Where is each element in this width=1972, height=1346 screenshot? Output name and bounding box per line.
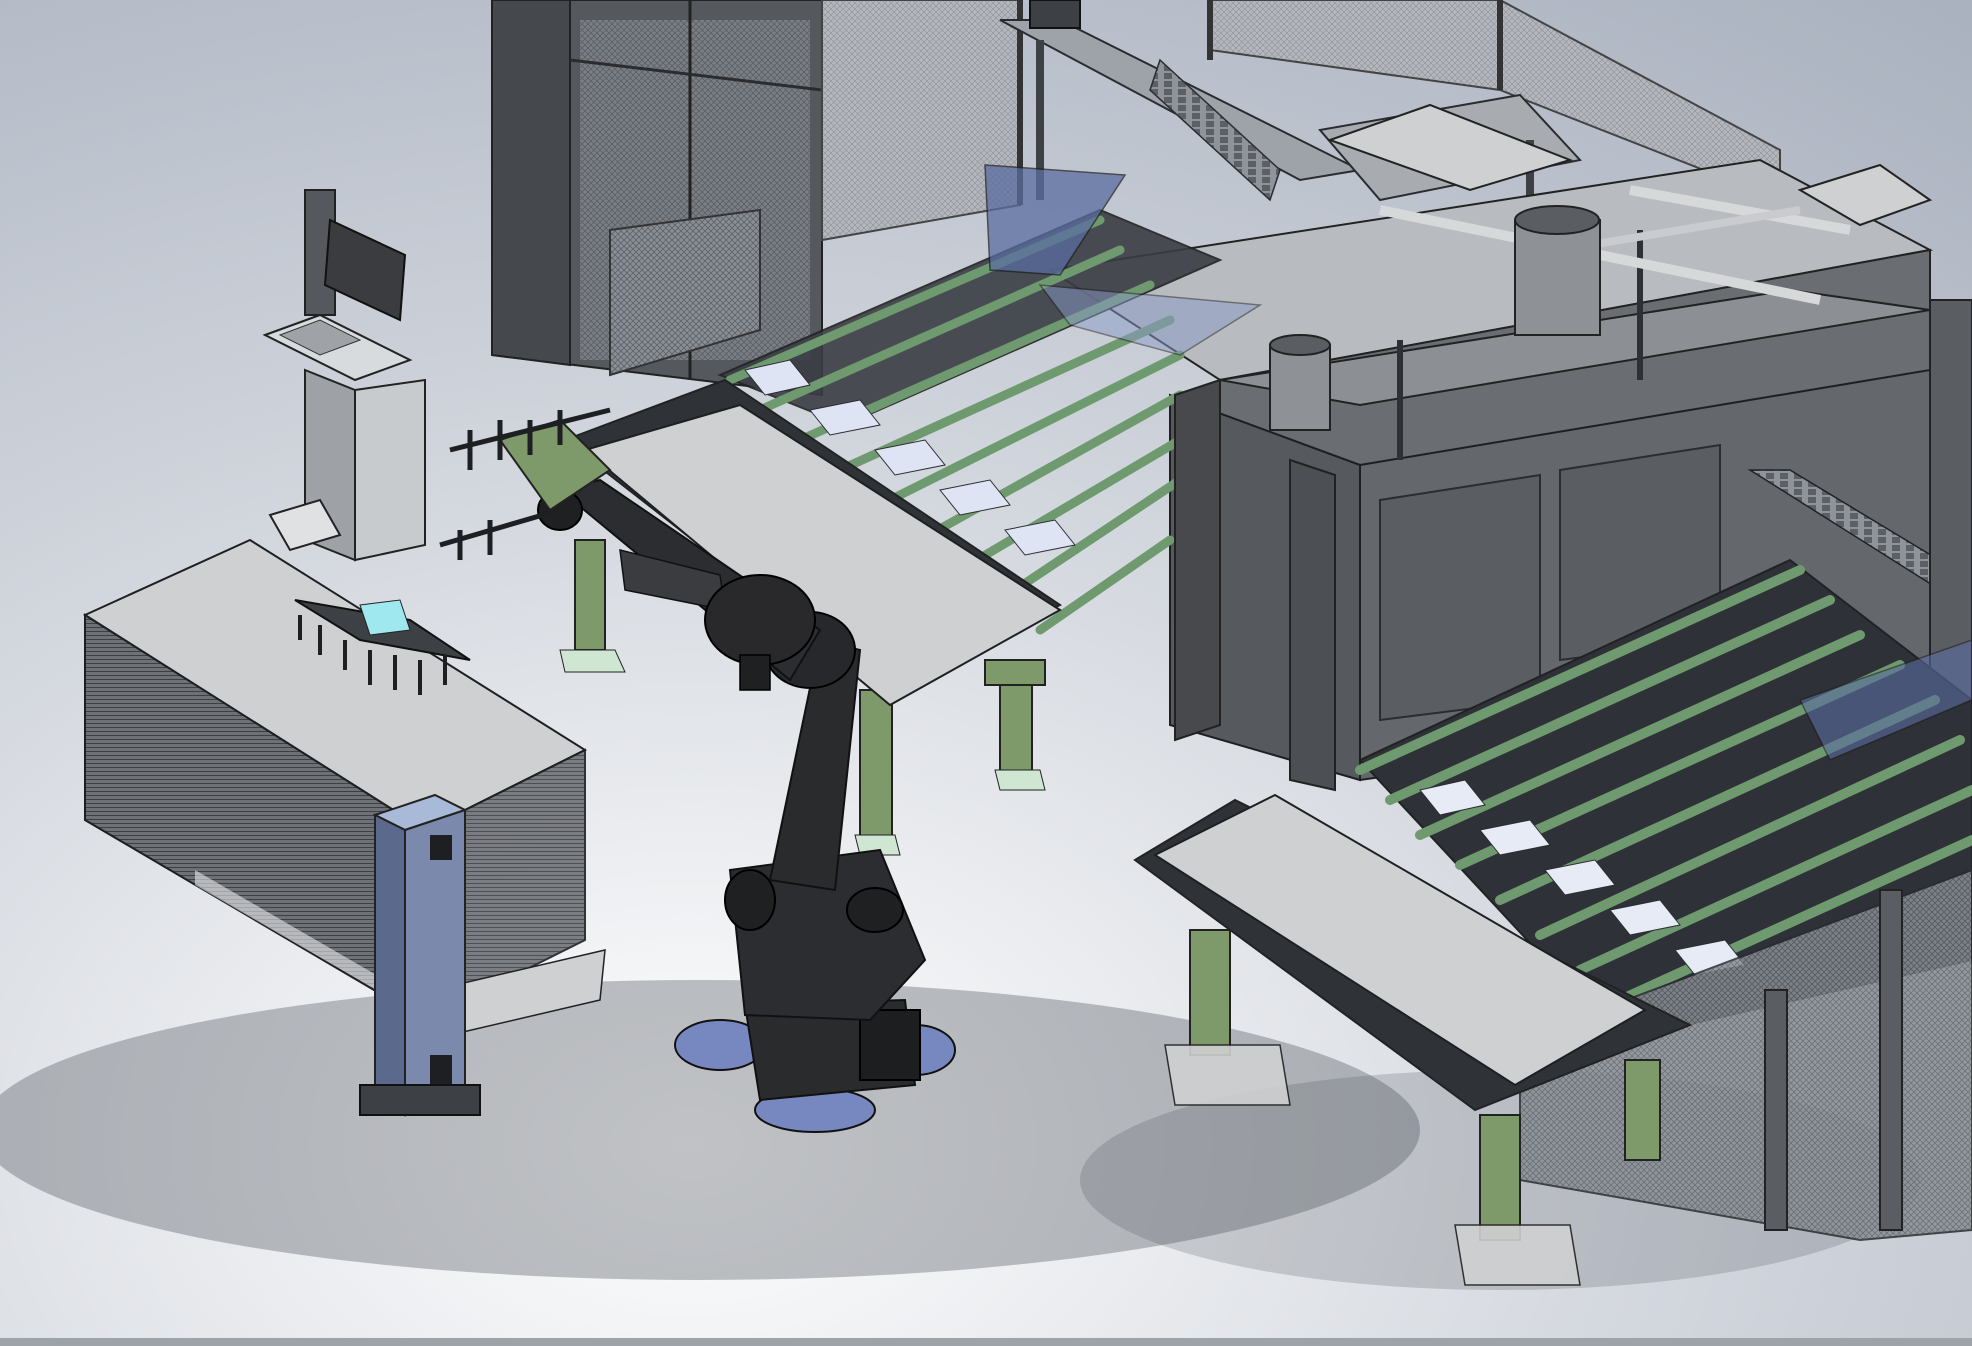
cad-scene[interactable] [0, 0, 1972, 1346]
cad-viewport[interactable]: robotic-panel-handling-cell [0, 0, 1972, 1346]
lift-column[interactable] [359, 793, 481, 1117]
viewport-bottom-edge [0, 1338, 1972, 1346]
